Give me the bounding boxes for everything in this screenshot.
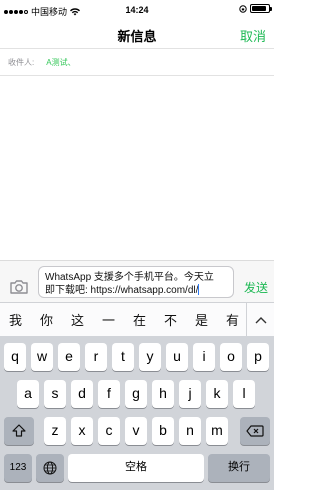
message-thread-area [0, 77, 274, 260]
text-caret [198, 284, 200, 295]
return-key[interactable]: 换行 [208, 454, 270, 482]
candidate-word[interactable]: 有 [217, 310, 248, 329]
space-key[interactable]: 空格 [68, 454, 204, 482]
recipients-label: 收件人: [8, 57, 35, 67]
key-r[interactable]: r [85, 343, 107, 371]
candidate-word[interactable]: 一 [93, 310, 124, 329]
message-text-line-2-content: 即下载吧: https://whatsapp.com/dl/ [45, 285, 199, 296]
language-switch-key[interactable] [36, 454, 64, 482]
backspace-key[interactable] [240, 417, 270, 445]
key-q[interactable]: q [4, 343, 26, 371]
expand-candidates-button[interactable] [246, 303, 274, 337]
key-k[interactable]: k [206, 380, 228, 408]
shift-icon [12, 424, 26, 437]
send-button[interactable]: 发送 [244, 279, 268, 296]
key-x[interactable]: x [71, 417, 93, 445]
globe-icon [43, 461, 57, 475]
numbers-key[interactable]: 123 [4, 454, 32, 482]
candidate-word[interactable]: 在 [124, 310, 155, 329]
recipient-token[interactable]: A测试、 [46, 57, 75, 68]
key-y[interactable]: y [139, 343, 161, 371]
message-text-line-2: 即下载吧: https://whatsapp.com/dl/ [45, 284, 227, 297]
key-e[interactable]: e [58, 343, 80, 371]
key-a[interactable]: a [17, 380, 39, 408]
key-d[interactable]: d [71, 380, 93, 408]
key-l[interactable]: l [233, 380, 255, 408]
key-i[interactable]: i [193, 343, 215, 371]
candidate-word[interactable]: 我 [0, 310, 31, 329]
status-bar: 中国移动 14:24 [0, 0, 274, 20]
key-p[interactable]: p [247, 343, 269, 371]
key-b[interactable]: b [152, 417, 174, 445]
orientation-lock-icon [239, 4, 247, 13]
page-title: 新信息 [117, 29, 157, 44]
key-o[interactable]: o [220, 343, 242, 371]
status-right [239, 4, 272, 13]
message-input[interactable]: WhatsApp 支援多个手机平台。今天立 即下载吧: https://what… [38, 266, 234, 298]
status-time: 14:24 [125, 5, 149, 15]
key-m[interactable]: m [206, 417, 228, 445]
key-h[interactable]: h [152, 380, 174, 408]
battery-fill [252, 6, 267, 11]
recipients-field[interactable]: 收件人: A测试、 [0, 48, 274, 76]
key-g[interactable]: g [125, 380, 147, 408]
key-n[interactable]: n [179, 417, 201, 445]
candidate-bar: 我 你 这 一 在 不 是 有 [0, 302, 274, 337]
keyboard: q w e r t y u i o p a s d f g h j k l z … [0, 336, 274, 490]
key-s[interactable]: s [44, 380, 66, 408]
key-j[interactable]: j [179, 380, 201, 408]
message-text-line-1: WhatsApp 支援多个手机平台。今天立 [45, 272, 214, 283]
shift-key[interactable] [4, 417, 34, 445]
key-u[interactable]: u [166, 343, 188, 371]
key-z[interactable]: z [44, 417, 66, 445]
cancel-button[interactable]: 取消 [240, 26, 266, 45]
key-c[interactable]: c [98, 417, 120, 445]
battery-icon [250, 4, 272, 13]
compose-bar: WhatsApp 支援多个手机平台。今天立 即下载吧: https://what… [0, 260, 274, 302]
candidate-word[interactable]: 你 [31, 310, 62, 329]
backspace-icon [246, 425, 264, 437]
key-f[interactable]: f [98, 380, 120, 408]
candidate-word[interactable]: 是 [186, 310, 217, 329]
chevron-up-icon [255, 317, 266, 324]
key-v[interactable]: v [125, 417, 147, 445]
navigation-bar: 新信息 取消 [0, 20, 274, 48]
candidate-word[interactable]: 不 [155, 310, 186, 329]
candidate-word[interactable]: 这 [62, 310, 93, 329]
key-w[interactable]: w [31, 343, 53, 371]
key-t[interactable]: t [112, 343, 134, 371]
camera-icon[interactable] [9, 279, 29, 295]
